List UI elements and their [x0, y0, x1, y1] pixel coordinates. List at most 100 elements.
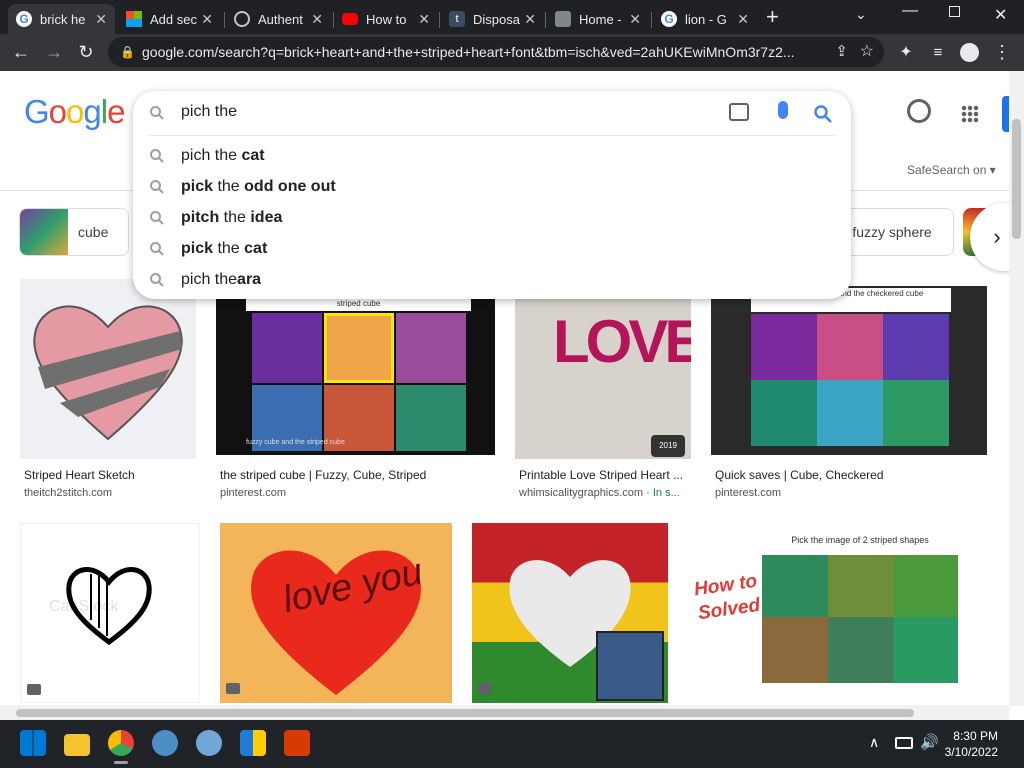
- reload-icon[interactable]: ↻: [74, 34, 98, 71]
- network-icon[interactable]: [895, 737, 913, 749]
- suggestion-item[interactable]: pitch the idea: [181, 209, 282, 227]
- image-tile: [396, 385, 466, 451]
- tab-label: Home -: [579, 11, 622, 27]
- result-title[interactable]: Striped Heart Sketch: [24, 468, 196, 482]
- close-icon[interactable]: ✕: [629, 11, 641, 28]
- horizontal-scrollbar[interactable]: [0, 705, 1009, 720]
- search-icon: [150, 180, 164, 194]
- search-input[interactable]: pich the: [181, 103, 237, 121]
- close-window-icon[interactable]: ✕: [994, 5, 1007, 25]
- share-icon[interactable]: ⇪: [835, 37, 848, 67]
- suggestion-item[interactable]: pick the cat: [181, 240, 267, 258]
- result-title[interactable]: Quick saves | Cube, Checkered: [715, 468, 987, 482]
- tab-lion[interactable]: G lion - G ✕: [653, 4, 757, 34]
- restore-icon[interactable]: [949, 6, 960, 17]
- defender-shield-icon[interactable]: [240, 730, 266, 756]
- image-tile: [751, 380, 817, 446]
- result-title[interactable]: the striped cube | Fuzzy, Cube, Striped: [220, 468, 495, 482]
- youtube-icon: [342, 13, 358, 25]
- start-button[interactable]: [20, 730, 46, 756]
- tab-how-to[interactable]: How to ✕: [334, 4, 438, 34]
- safesearch-toggle[interactable]: SafeSearch on ▾: [907, 163, 996, 177]
- close-icon[interactable]: ✕: [95, 11, 107, 28]
- back-icon[interactable]: ←: [9, 34, 33, 71]
- close-icon[interactable]: ✕: [737, 11, 749, 28]
- app-icon[interactable]: [152, 730, 178, 756]
- result-image[interactable]: CanStock: [20, 523, 200, 703]
- close-icon[interactable]: ✕: [524, 11, 536, 28]
- watermark: CanStock: [49, 598, 119, 615]
- result-source[interactable]: theitch2stitch.com: [24, 487, 196, 499]
- result-image[interactable]: [20, 279, 196, 459]
- image-tile: [828, 555, 894, 617]
- result-title[interactable]: Printable Love Striped Heart ...: [519, 468, 691, 482]
- browser-tab-bar: G brick he ✕ Add sec ✕ Authent ✕ How to …: [0, 0, 1024, 34]
- suggestion-item[interactable]: pich the cat: [181, 147, 265, 165]
- profile-avatar[interactable]: [960, 43, 979, 62]
- result-image[interactable]: the striped cube and the checkered cube: [711, 286, 987, 455]
- result-source[interactable]: pinterest.com: [220, 487, 495, 499]
- google-logo[interactable]: Google: [24, 93, 125, 131]
- minimize-icon[interactable]: —: [902, 2, 918, 20]
- address-bar[interactable]: 🔒 google.com/search?q=brick+heart+and+th…: [108, 37, 884, 67]
- result-image[interactable]: love you: [220, 523, 452, 703]
- camera-search-icon[interactable]: [729, 103, 749, 121]
- chevron-down-icon[interactable]: ⌄: [855, 6, 867, 23]
- search-icon: [150, 273, 164, 287]
- search-icon: [150, 211, 164, 225]
- search-autocomplete-box: pich the pich the cat pick the odd one o…: [133, 91, 851, 299]
- badge: 2019: [651, 435, 685, 457]
- result-source[interactable]: whimsicalitygraphics.com · In s...: [519, 487, 699, 499]
- app-icon[interactable]: [196, 730, 222, 756]
- office-icon[interactable]: [284, 730, 310, 756]
- vertical-scrollbar[interactable]: [1009, 71, 1024, 706]
- close-icon[interactable]: ✕: [418, 11, 430, 28]
- active-app-indicator: [114, 761, 128, 764]
- tab-label: brick he: [40, 11, 86, 27]
- chevron-up-icon[interactable]: ∧: [869, 734, 879, 751]
- dropdown-divider: [149, 135, 835, 136]
- settings-gear-icon[interactable]: [907, 99, 931, 123]
- extensions-icon[interactable]: ✦: [894, 34, 918, 71]
- chip-thumbnail: [20, 209, 68, 255]
- google-icon: G: [16, 11, 32, 27]
- chrome-icon[interactable]: [108, 730, 134, 756]
- tab-disposa[interactable]: t Disposa ✕: [441, 4, 544, 34]
- tab-home[interactable]: Home - ✕: [547, 4, 649, 34]
- search-submit-icon[interactable]: [813, 104, 833, 124]
- result-image[interactable]: [472, 523, 668, 703]
- google-images-page: Google SafeSearch on ▾ cube fuzzy sphere…: [0, 71, 1024, 720]
- clock-time: 8:30 PM: [953, 729, 998, 743]
- image-tile: [324, 313, 394, 383]
- tab-authent[interactable]: Authent ✕: [226, 4, 331, 34]
- menu-dots-icon[interactable]: ⋮: [990, 34, 1014, 71]
- suggestion-item[interactable]: pick the odd one out: [181, 178, 336, 196]
- inset-image: [596, 631, 664, 701]
- result-source[interactable]: pinterest.com: [715, 487, 987, 499]
- scrollbar-thumb[interactable]: [16, 709, 914, 717]
- result-image[interactable]: LOVE 2019: [515, 299, 691, 459]
- file-explorer-icon[interactable]: [64, 734, 90, 756]
- apps-grid-icon[interactable]: [961, 105, 979, 123]
- bookmark-star-icon[interactable]: ☆: [859, 37, 874, 67]
- image-tile: [894, 555, 958, 617]
- tab-brick-heart[interactable]: G brick he ✕: [8, 4, 115, 34]
- close-icon[interactable]: ✕: [201, 11, 213, 28]
- clock[interactable]: 8:30 PM 3/10/2022: [942, 728, 998, 760]
- suggestion-item[interactable]: pich theara: [181, 271, 261, 289]
- image-tile: [817, 314, 883, 380]
- search-icon: [150, 149, 164, 163]
- volume-icon[interactable]: 🔊: [920, 733, 939, 751]
- image-tile: [883, 380, 949, 446]
- media-control-icon[interactable]: ≡: [926, 34, 950, 71]
- scrollbar-thumb[interactable]: [1012, 119, 1021, 239]
- result-image[interactable]: striped cube fuzzy cube and the striped …: [216, 299, 495, 455]
- tab-add-security[interactable]: Add sec ✕: [118, 4, 221, 34]
- love-text: LOVE: [553, 308, 691, 375]
- forward-icon[interactable]: →: [42, 34, 66, 71]
- close-icon[interactable]: ✕: [311, 11, 323, 28]
- chip-cube[interactable]: cube: [19, 208, 129, 256]
- result-image[interactable]: Pick the image of 2 striped shapes How t…: [688, 523, 988, 703]
- new-tab-icon[interactable]: +: [766, 4, 779, 30]
- microphone-icon[interactable]: [778, 101, 788, 119]
